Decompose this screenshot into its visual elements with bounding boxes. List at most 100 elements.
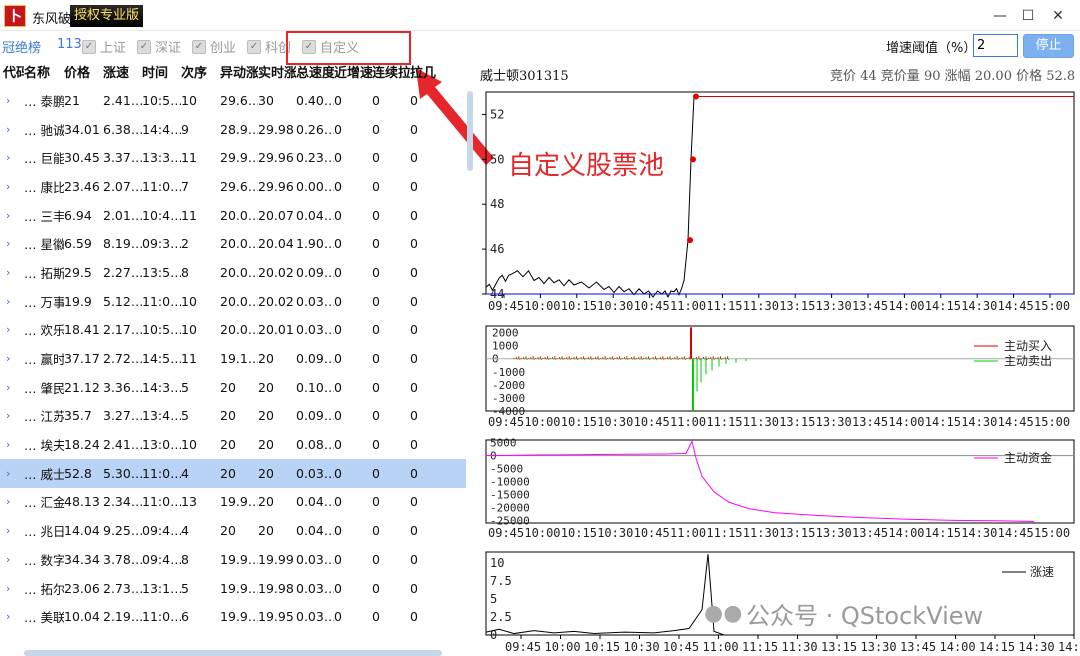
table-cell: 0.03… [296,551,334,567]
table-row[interactable]: ›… 埃夫…18.242.41…13:0…1020200.08…000 [0,430,466,459]
table-cell: 13:3… [142,150,181,166]
table-cell: 0 [334,150,342,166]
table-cell: 21.12 [64,379,100,395]
table-cell: 10 [181,293,197,309]
table-cell: … 汇金… [24,495,64,511]
chevron-right-icon[interactable]: › [0,467,24,480]
table-row[interactable]: ›… 江苏…35.73.27…13:4…520200.09…000 [0,402,466,431]
table-cell: … 泰鹏… [24,93,64,109]
chevron-right-icon[interactable]: › [0,409,24,422]
table-cell: 0 [410,408,418,424]
chevron-right-icon[interactable]: › [0,323,24,336]
chevron-right-icon[interactable]: › [0,352,24,365]
x-tick-label: 13:15 [779,415,815,429]
chevron-right-icon[interactable]: › [0,582,24,595]
table-cell: 20 [258,379,274,395]
x-tick-label: 10:15 [561,415,597,429]
chevron-right-icon[interactable]: › [0,381,24,394]
table-row[interactable]: ›… 威士…52.85.30…11:0…420200.03…000 [0,458,466,488]
table-cell: 18.41 [64,322,100,338]
table-cell: 29.98 [258,121,294,137]
chevron-right-icon[interactable]: › [0,266,24,279]
table-row[interactable]: ›… 泰鹏…212.41…10:5…1029.6…300.40…000 [0,86,466,115]
table-cell: 0 [334,379,342,395]
column-header[interactable]: 次序 [181,61,220,86]
table-vertical-scrollbar[interactable] [467,91,473,171]
table-row[interactable]: ›… 兆日…14.049.25…09:4…420200.04…000 [0,516,466,545]
column-header[interactable]: 时间 [142,61,181,86]
table-cell: 0 [372,494,380,510]
table-cell: 09:4… [142,551,181,567]
table-row[interactable]: ›… 美联…10.042.19…11:0…619.9…19.950.03…000 [0,602,466,631]
table-cell: 20 [220,465,236,481]
x-tick-label: 10:45 [634,415,670,429]
table-cell: 35.7 [64,408,92,424]
column-header[interactable]: 近增速 [334,61,372,86]
table-cell: 0 [372,465,380,481]
table-horizontal-scrollbar[interactable] [24,650,442,656]
chevron-right-icon[interactable]: › [0,438,24,451]
x-tick-label: 10:15 [561,526,597,540]
chevron-right-icon[interactable]: › [0,123,24,136]
column-header[interactable]: 异动涨 [220,61,258,86]
table-row[interactable]: ›… 数字…34.343.78…09:4…819.9…19.990.03…000 [0,545,466,574]
table-cell: 0 [334,351,342,367]
chevron-right-icon[interactable]: › [0,94,24,107]
table-cell: 11:0… [142,293,181,309]
table-row[interactable]: ›… 拓尔…23.062.73…13:1…519.9…19.980.03…000 [0,574,466,603]
column-header[interactable]: 价格 [64,61,103,86]
x-tick-label: 10:45 [634,526,670,540]
chevron-right-icon[interactable]: › [0,610,24,623]
table-cell: 19.98 [258,580,294,596]
table-cell: 0 [410,121,418,137]
table-cell: 2.01… [103,207,142,223]
chevron-right-icon[interactable]: › [0,209,24,222]
column-header[interactable]: 总速度 [296,61,334,86]
table-cell: 09:4… [142,523,181,539]
y-tick-label: -10000 [490,476,530,489]
table-row[interactable]: ›… 巨能…30.453.37…13:3…1129.9…29.960.23…00… [0,143,466,172]
table-row[interactable]: ›… 三丰…6.942.01…10:4…1120.0…20.070.04…000 [0,201,466,230]
column-header[interactable]: 名称 [24,61,64,86]
column-header[interactable]: 涨速 [103,61,142,86]
column-header[interactable]: 拉几 [410,61,450,86]
column-header[interactable]: 代码 [0,61,24,86]
table-cell: 0 [410,494,418,510]
x-tick-label: 14:45 [998,526,1034,540]
chevron-right-icon[interactable]: › [0,524,24,537]
table-row[interactable]: ›… 欢乐…18.412.17…10:5…1020.0…20.010.03…00… [0,316,466,345]
x-tick-label: 09:45 [488,415,524,429]
table-cell: 0 [410,322,418,338]
table-row[interactable]: ›… 肇民…21.123.36…14:3…520200.10…000 [0,373,466,402]
table-row[interactable]: ›… 汇金…48.132.34…11:0…1319.9…200.04…000 [0,488,466,517]
chevron-right-icon[interactable]: › [0,295,24,308]
x-tick-label: 13:15 [779,299,815,313]
table-cell: 2.27… [103,264,142,280]
table-row[interactable]: ›… 康比…23.462.07…11:0…729.6…29.960.00…000 [0,172,466,201]
table-row[interactable]: ›… 万事…19.95.12…11:0…1020.0…20.020.03…000 [0,287,466,316]
x-tick-label: 10:00 [524,526,560,540]
table-row[interactable]: ›… 拓斯…29.52.27…13:5…820.0…20.020.09…000 [0,258,466,287]
table-cell: 7 [181,178,189,194]
table-cell: 0 [410,379,418,395]
table-row[interactable]: ›… 星徽…6.598.19…09:3…220.0…20.041.90…000 [0,229,466,258]
chevron-right-icon[interactable]: › [0,180,24,193]
table-cell: 11:0… [142,609,181,625]
table-cell: 3.78… [103,551,142,567]
table-row[interactable]: ›… 赢时…37.172.72…14:5…1119.1…200.09…000 [0,344,466,373]
table-cell: 20.07 [258,207,294,223]
table-cell: 0 [372,236,380,252]
chevron-right-icon[interactable]: › [0,237,24,250]
table-cell: 20 [258,523,274,539]
table-cell: … 星徽… [24,237,64,253]
column-header[interactable]: 连续拉 [372,61,410,86]
charts-panel: 444648505209:45 10:00 10:15 10:30 10:45 11:00… [482,91,1080,654]
x-tick-label: 14:45 [998,415,1034,429]
chevron-right-icon[interactable]: › [0,553,24,566]
table-row[interactable]: ›… 驰诚…34.016.38…14:4…928.9…29.980.26…000 [0,115,466,144]
chevron-right-icon[interactable]: › [0,151,24,164]
column-header[interactable]: 实时涨 [258,61,296,86]
x-tick-label: 14:45 [1058,640,1080,654]
watermark-text: 公众号 · QStockView [746,602,984,630]
chevron-right-icon[interactable]: › [0,495,24,508]
